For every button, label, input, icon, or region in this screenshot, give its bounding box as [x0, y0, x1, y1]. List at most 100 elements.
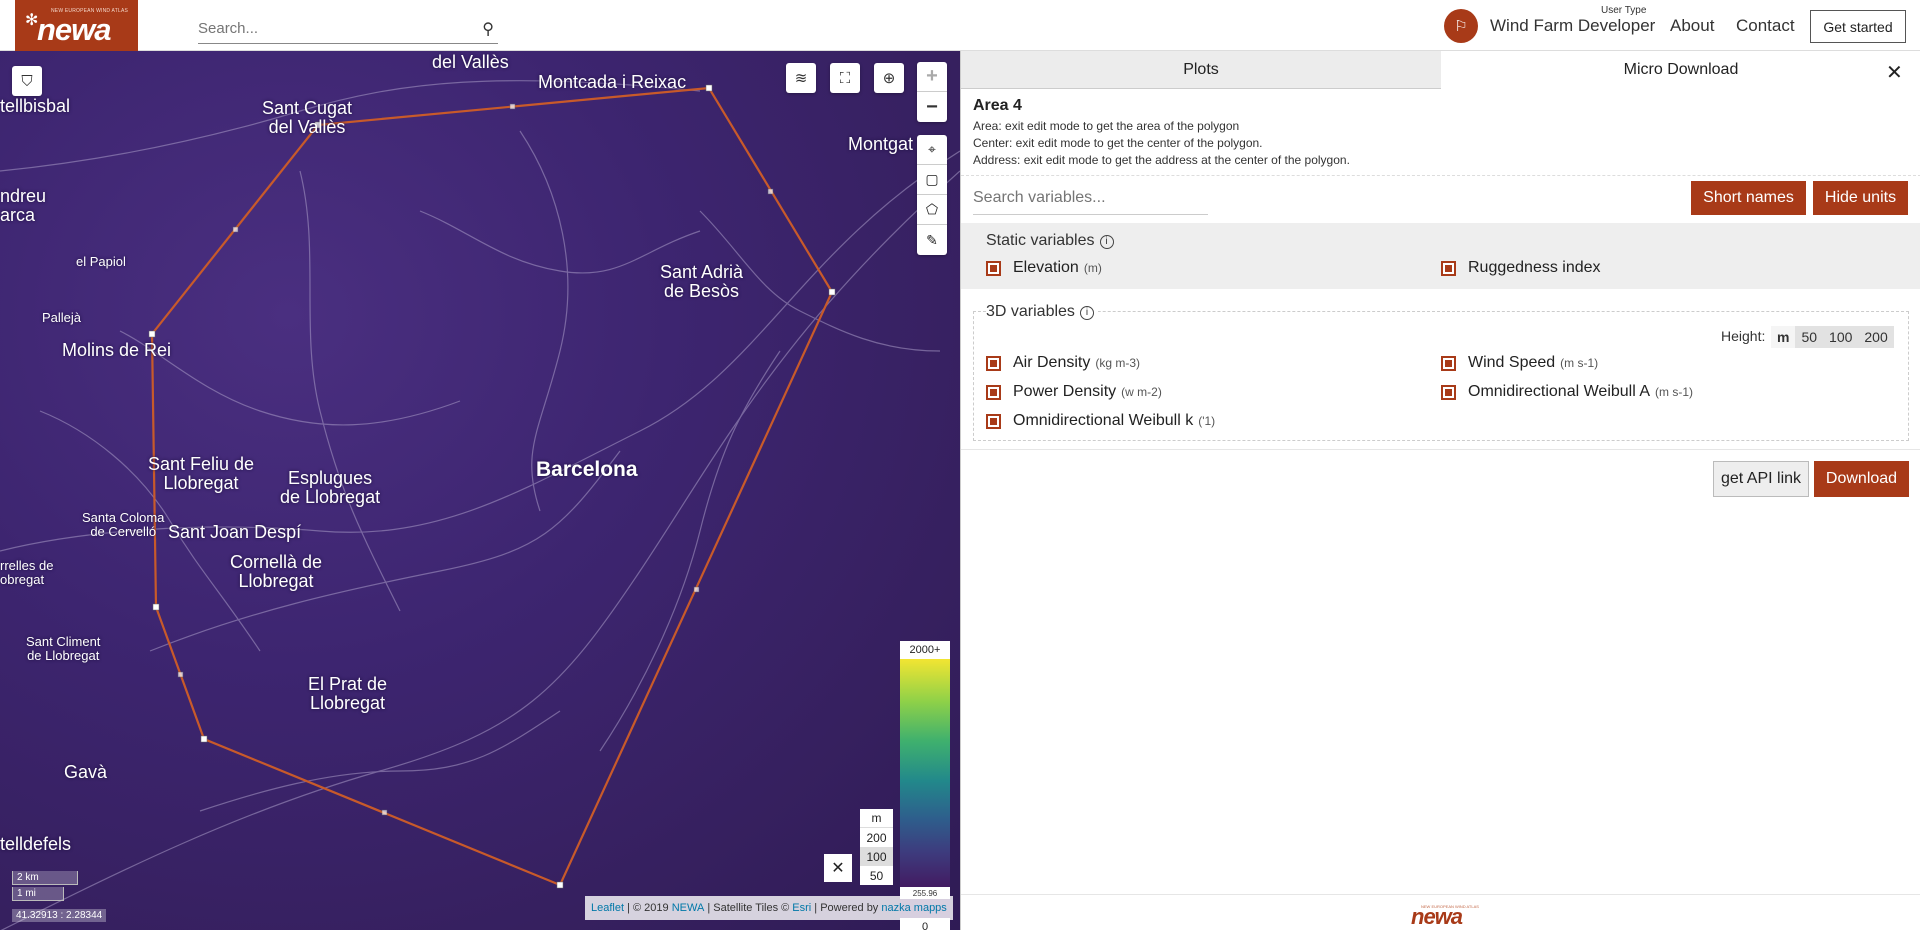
- hide-units-button[interactable]: Hide units: [1813, 181, 1908, 215]
- attrib-text: | © 2019: [624, 902, 672, 914]
- attrib-text: | Powered by: [811, 902, 882, 914]
- area-title: Area 4: [973, 97, 1022, 114]
- unit-label: (w m-2): [1121, 385, 1162, 399]
- newa-logo[interactable]: ✻ NEW EUROPEAN WIND ATLAS newa: [15, 0, 138, 51]
- marker-icon[interactable]: ⌖: [917, 135, 947, 165]
- divider: [961, 449, 1920, 450]
- checkbox-weibull-a[interactable]: Omnidirectional Weibull A (m s-1): [1441, 383, 1693, 401]
- info-icon[interactable]: i: [1079, 306, 1094, 320]
- color-legend: 2000+ 255.96 0: [900, 641, 950, 930]
- static-variables-title: Static variables i: [986, 232, 1114, 250]
- checkbox-icon[interactable]: [986, 413, 1001, 429]
- edit-icon[interactable]: ✎: [917, 225, 947, 255]
- map-view[interactable]: del Vallès Montcada i Reixac Sant Cugat …: [0, 51, 960, 930]
- tab-plots[interactable]: Plots: [961, 51, 1441, 89]
- nazka-link[interactable]: nazka mapps: [881, 902, 946, 914]
- checkbox-label: Ruggedness index: [1468, 259, 1601, 276]
- nav-about[interactable]: About: [1670, 16, 1714, 36]
- height-option-100[interactable]: 100: [860, 847, 893, 866]
- close-icon[interactable]: ✕: [824, 854, 852, 882]
- get-started-button[interactable]: Get started: [1810, 10, 1906, 43]
- checkbox-label: Omnidirectional Weibull A: [1468, 383, 1651, 400]
- checkbox-label: Power Density: [1013, 383, 1117, 400]
- place-label: Barcelona: [536, 458, 638, 481]
- locate-icon[interactable]: ⊕: [874, 63, 904, 93]
- 3d-variables-title: 3D variables i: [986, 303, 1098, 321]
- place-label: Molins de Rei: [62, 340, 172, 360]
- zoom-control: + −: [917, 62, 947, 122]
- leaflet-link[interactable]: Leaflet: [591, 902, 624, 914]
- user-role-selector[interactable]: Wind Farm Developer: [1490, 16, 1655, 36]
- nav-contact[interactable]: Contact: [1736, 16, 1795, 36]
- checkbox-elevation[interactable]: Elevation (m): [986, 259, 1102, 277]
- global-search: ⚲: [198, 14, 498, 44]
- height-options: m 50 100 200: [1771, 326, 1894, 348]
- height-option-50[interactable]: 50: [1795, 326, 1823, 348]
- filter-icon[interactable]: ⛉: [12, 66, 42, 96]
- info-icon[interactable]: i: [1099, 235, 1114, 249]
- checkbox-icon[interactable]: [1441, 260, 1456, 276]
- tab-micro-download[interactable]: Micro Download: [1441, 51, 1920, 89]
- height-option-50[interactable]: 50: [860, 866, 893, 885]
- unit-label: (m s-1): [1560, 356, 1599, 370]
- search-icon[interactable]: ⚲: [482, 19, 494, 39]
- static-variables-section: Static variables i Elevation (m) Ruggedne…: [961, 223, 1920, 289]
- download-button[interactable]: Download: [1814, 461, 1909, 497]
- checkbox-ruggedness-index[interactable]: Ruggedness index: [1441, 259, 1601, 277]
- draw-polygon-icon[interactable]: ⬠: [917, 195, 947, 225]
- place-label: ndreu arca: [0, 186, 47, 226]
- checkbox-label: Elevation: [1013, 259, 1079, 276]
- checkbox-power-density[interactable]: Power Density (w m-2): [986, 383, 1162, 401]
- map-attribution: Leaflet | © 2019 NEWA | Satellite Tiles …: [585, 896, 953, 920]
- checkbox-wind-speed[interactable]: Wind Speed (m s-1): [1441, 354, 1598, 372]
- height-option-200[interactable]: 200: [860, 828, 893, 847]
- place-label: el Papiol: [76, 254, 126, 269]
- place-label: Santa Coloma de Cervelló: [82, 510, 165, 540]
- esri-link[interactable]: Esri: [792, 902, 811, 914]
- checkbox-icon[interactable]: [1441, 384, 1456, 400]
- place-label: Cornellà de Llobregat: [230, 552, 323, 592]
- unit-label: (m s-1): [1655, 385, 1694, 399]
- fullscreen-icon[interactable]: ⛶: [830, 63, 860, 93]
- side-panel: Plots Micro Download ✕ Area 4 Area: exit…: [960, 51, 1920, 930]
- place-label: Sant Joan Despí: [168, 522, 302, 542]
- short-names-button[interactable]: Short names: [1691, 181, 1806, 215]
- place-label: telldefels: [0, 834, 72, 854]
- draw-rectangle-icon[interactable]: ▢: [917, 165, 947, 195]
- checkbox-icon[interactable]: [986, 355, 1001, 371]
- zoom-out-button[interactable]: −: [917, 92, 947, 122]
- place-label: del Vallès: [432, 52, 509, 72]
- area-info-center: Center: exit edit mode to get the center…: [973, 136, 1263, 150]
- checkbox-icon[interactable]: [1441, 355, 1456, 371]
- get-api-link-button[interactable]: get API link: [1713, 461, 1809, 497]
- place-label: tellbisbal: [0, 96, 71, 116]
- zoom-in-button[interactable]: +: [917, 62, 947, 92]
- checkbox-label: Wind Speed: [1468, 354, 1556, 371]
- checkbox-weibull-k[interactable]: Omnidirectional Weibull k ('1): [986, 412, 1215, 430]
- height-option-200[interactable]: 200: [1858, 326, 1893, 348]
- newa-footer-logo[interactable]: NEW EUROPEAN WIND ATLAS newa: [1401, 902, 1481, 929]
- height-option-100[interactable]: 100: [1823, 326, 1858, 348]
- checkbox-air-density[interactable]: Air Density (kg m-3): [986, 354, 1140, 372]
- newa-link[interactable]: NEWA: [672, 902, 705, 914]
- place-label: Sant Cugat del Vallès: [262, 98, 353, 138]
- checkbox-icon[interactable]: [986, 384, 1001, 400]
- legend-max: 2000+: [900, 641, 950, 659]
- map-base-layer: [0, 80, 960, 930]
- checkbox-label: Omnidirectional Weibull k: [1013, 412, 1194, 429]
- search-input[interactable]: [198, 14, 468, 42]
- area-info-address: Address: exit edit mode to get the addre…: [973, 153, 1350, 167]
- close-icon[interactable]: ✕: [1886, 60, 1903, 85]
- scale-km: 2 km: [12, 871, 78, 885]
- divider: [961, 894, 1920, 895]
- unit-label: (kg m-3): [1095, 356, 1141, 370]
- checkbox-icon[interactable]: [986, 260, 1001, 276]
- height-option-m[interactable]: m: [1771, 326, 1796, 348]
- variable-search-input[interactable]: [973, 183, 1208, 213]
- place-label: Gavà: [64, 762, 108, 782]
- divider: [961, 175, 1920, 176]
- panel-tabs: Plots Micro Download ✕: [961, 51, 1920, 89]
- layers-icon[interactable]: ≋: [786, 63, 816, 93]
- place-label: rrelles de obregat: [0, 558, 54, 588]
- wind-farm-icon[interactable]: ⚐: [1444, 9, 1478, 43]
